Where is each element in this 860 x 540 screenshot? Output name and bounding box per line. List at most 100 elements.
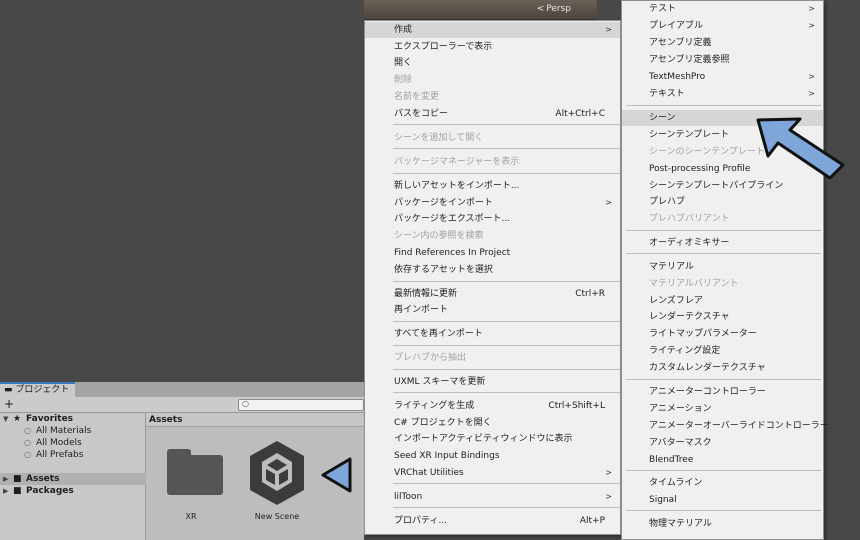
tree-item-packages[interactable]: ▶ ■ Packages [0,485,146,497]
chevron-right-icon: > [808,21,815,30]
chevron-right-icon: > [605,25,612,34]
chevron-right-icon: > [605,492,612,501]
folder-icon: ▬ [4,385,13,395]
menu-item-show-in-explorer[interactable]: エクスプローラーで表示 [365,39,620,55]
menu-item-timeline[interactable]: タイムライン [622,475,823,491]
tree-item-favorites[interactable]: ▼ ★ Favorites [0,413,146,425]
menu-item-generate-lighting[interactable]: ライティングを生成 Ctrl+Shift+L [365,398,620,414]
search-icon: ○ [24,426,31,435]
tab-project[interactable]: ▬ プロジェクト [0,382,76,397]
menu-item-test[interactable]: テスト > [622,1,823,17]
folder-tree: ▼ ★ Favorites ○ All Materials ○ All Mode… [0,413,146,540]
menu-item-import-new-asset[interactable]: 新しいアセットをインポート... [365,178,620,194]
folder-icon: ■ [13,474,22,484]
menu-separator [626,230,821,231]
search-input[interactable]: ○ [238,399,364,411]
chevron-right-icon[interactable]: ▶ [3,473,8,485]
chevron-right-icon: > [808,72,815,81]
menu-item-liltoon[interactable]: lilToon > [365,489,620,505]
chevron-right-icon: > [605,468,612,477]
chevron-right-icon: > [808,4,815,13]
menu-item-package-manager: パッケージマネージャーを表示 [394,157,520,167]
menu-item-open-csharp-project[interactable]: C# プロジェクトを開く [365,415,620,431]
menu-item-physic-material[interactable]: 物理マテリアル [622,516,823,532]
tree-item-all-models[interactable]: ○ All Models [0,437,146,449]
menu-separator [626,470,821,471]
tree-item-assets[interactable]: ▶ ■ Assets [0,473,146,485]
asset-new-scene[interactable]: New Scene [242,433,312,523]
tree-item-all-materials[interactable]: ○ All Materials [0,425,146,437]
menu-item-custom-render-texture[interactable]: カスタムレンダーテクスチャ [622,360,823,376]
menu-item-extract-from-prefab: プレハブから抽出 [394,353,467,363]
context-menu: 作成 > エクスプローラーで表示 開く 削除 名前を変更 パスをコピー Alt+Ct… [364,20,621,535]
add-asset-button[interactable]: + [4,397,14,412]
menu-item-import-activity[interactable]: インポートアクティビティウィンドウに表示 [365,431,620,447]
star-icon: ★ [13,414,22,424]
menu-item-lens-flare[interactable]: レンズフレア [622,293,823,309]
menu-item-select-dependencies[interactable]: 依存するアセットを選択 [365,262,620,278]
menu-item-update-uxml-schema[interactable]: UXML スキーマを更新 [365,374,620,390]
menu-separator [393,507,620,508]
menu-item-import-package[interactable]: パッケージをインポート > [365,195,620,211]
menu-separator [626,379,821,380]
menu-separator [393,281,620,282]
menu-item-text[interactable]: テキスト > [622,86,823,102]
menu-item-prefab-variant: プレハブバリアント [649,214,730,224]
chevron-right-icon: > [605,198,612,207]
menu-item-open[interactable]: 開く [365,55,620,71]
menu-separator [393,148,620,149]
menu-item-audio-mixer[interactable]: オーディオミキサー [622,235,823,251]
scene-gizmo-strip: < Persp [364,0,597,20]
search-icon: ○ [24,438,31,447]
chevron-down-icon[interactable]: ▼ [3,413,8,425]
menu-separator [393,369,620,370]
menu-item-find-references[interactable]: Find References In Project [365,245,620,261]
menu-item-create[interactable]: 作成 > [365,22,620,38]
menu-separator [393,392,620,393]
menu-item-prefab[interactable]: プレハブ [622,194,823,210]
assets-header: Assets [146,413,364,427]
chevron-right-icon[interactable]: ▶ [3,485,8,497]
menu-item-animator-override-controller[interactable]: アニメーターオーバーライドコントローラー [622,418,829,434]
menu-item-textmeshpro[interactable]: TextMeshPro > [622,69,823,85]
menu-item-assembly-definition[interactable]: アセンブリ定義 [622,35,823,51]
pointer-arrow-up-left-icon [756,117,845,180]
menu-separator [393,345,620,346]
asset-xr-folder[interactable]: XR [156,433,226,523]
menu-item-render-texture[interactable]: レンダーテクスチャ [622,309,823,325]
menu-item-assembly-definition-ref[interactable]: アセンブリ定義参照 [622,52,823,68]
persp-toggle[interactable]: < Persp [537,4,571,14]
search-icon: ○ [24,450,31,459]
menu-item-refresh[interactable]: 最新情報に更新 Ctrl+R [365,286,620,302]
menu-item-lightmap-parameters[interactable]: ライトマップパラメーター [622,326,823,342]
menu-separator [393,321,620,322]
menu-item-reimport-all[interactable]: すべてを再インポート [365,326,620,342]
menu-item-lighting-settings[interactable]: ライティング設定 [622,343,823,359]
create-submenu: テスト > プレイアブル > アセンブリ定義 アセンブリ定義参照 TextMeshP… [621,0,829,540]
menu-item-properties[interactable]: プロパティ... Alt+P [365,513,620,529]
menu-item-animation[interactable]: アニメーション [622,401,823,417]
menu-item-material[interactable]: マテリアル [622,259,823,275]
menu-separator [626,510,821,511]
menu-separator [626,253,821,254]
menu-item-export-package[interactable]: パッケージをエクスポート... [365,211,620,227]
unity-scene-icon [250,441,304,505]
menu-item-avatar-mask[interactable]: アバターマスク [622,435,823,451]
menu-separator [393,124,620,125]
menu-item-animator-controller[interactable]: アニメーターコントローラー [622,384,823,400]
menu-item-seed-xr-bindings[interactable]: Seed XR Input Bindings [365,448,620,464]
menu-item-reimport[interactable]: 再インポート [365,302,620,318]
menu-item-vrchat-utilities[interactable]: VRChat Utilities > [365,465,620,481]
menu-item-blendtree[interactable]: BlendTree [622,452,823,468]
menu-item-signal[interactable]: Signal [622,492,823,508]
project-tabbar: ▬ プロジェクト [0,382,364,397]
persp-icon: < [536,4,545,14]
tree-item-all-prefabs[interactable]: ○ All Prefabs [0,449,146,461]
pointer-arrow-left-icon [321,457,352,493]
menu-item-add-scene: シーンを追加して開く [394,133,484,143]
project-window: ▬ プロジェクト + ○ ▼ ★ Favorites ○ All Materia… [0,382,364,540]
menu-item-copy-path[interactable]: パスをコピー Alt+Ctrl+C [365,106,620,122]
menu-item-playable[interactable]: プレイアブル > [622,18,823,34]
menu-item-material-variant: マテリアルバリアント [649,279,739,289]
menu-item-rename: 名前を変更 [394,92,440,102]
